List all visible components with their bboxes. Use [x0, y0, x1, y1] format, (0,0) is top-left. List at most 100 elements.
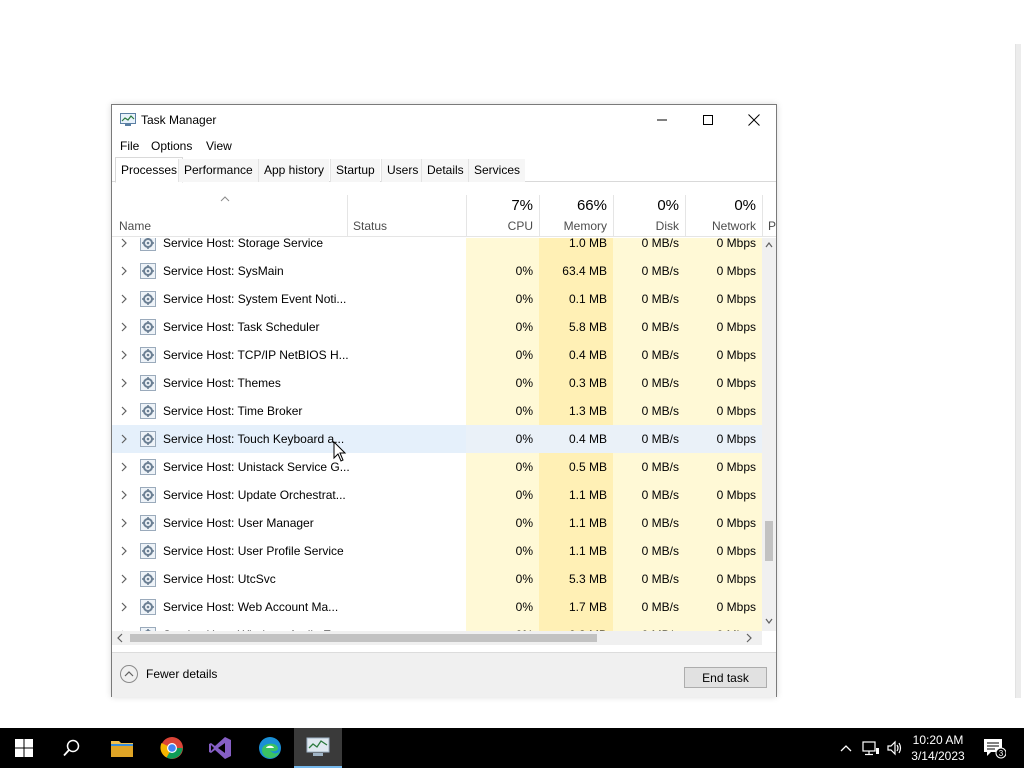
table-row[interactable]: Service Host: Task Scheduler 0% 5.8 MB 0 MB… [112, 313, 762, 341]
chevron-right-icon[interactable] [120, 518, 128, 528]
process-name: Service Host: System Event Noti... [163, 292, 347, 306]
vertical-scrollbar[interactable] [762, 238, 776, 631]
scroll-down-icon [765, 618, 773, 624]
process-memory-cell: 0.5 MB [539, 453, 613, 481]
task-manager-icon [120, 113, 136, 127]
chevron-right-icon[interactable] [120, 434, 128, 444]
column-disk-header[interactable]: 0% Disk [614, 183, 685, 237]
table-row[interactable]: Service Host: Windows Audio E... 0%0.3 MB… [112, 621, 762, 631]
process-memory-cell: 63.4 MB [539, 257, 613, 285]
minimize-button[interactable] [639, 105, 685, 135]
chevron-right-icon[interactable] [120, 238, 128, 248]
service-gear-icon [140, 375, 156, 391]
process-name: Service Host: UtcSvc [163, 572, 276, 586]
network-icon[interactable] [861, 728, 881, 768]
table-row[interactable]: Service Host: Unistack Service G... 0% 0.5… [112, 453, 762, 481]
window-title: Task Manager [141, 113, 217, 127]
menu-view[interactable]: View [206, 139, 232, 153]
chevron-right-icon[interactable] [120, 490, 128, 500]
chevron-right-icon[interactable] [120, 294, 128, 304]
disk-total-percent: 0% [657, 197, 679, 214]
chevron-right-icon[interactable] [120, 322, 128, 332]
title-bar[interactable]: Task Manager [112, 105, 776, 135]
chevron-right-icon[interactable] [120, 462, 128, 472]
tab-startup[interactable]: Startup [330, 159, 380, 182]
chevron-right-icon[interactable] [120, 602, 128, 612]
maximize-button[interactable] [685, 105, 731, 135]
horizontal-scroll-thumb[interactable] [130, 634, 597, 642]
process-disk-cell: 0 MB/s [613, 453, 685, 481]
table-row[interactable]: Service Host: User Manager 0% 1.1 MB 0 MB/s… [112, 509, 762, 537]
process-disk-cell: 0 MB/s [613, 369, 685, 397]
table-row[interactable]: Service Host: Update Orchestrat... 0% 1.1 … [112, 481, 762, 509]
column-status-header[interactable]: Status [348, 183, 466, 237]
process-memory-cell: 1.3 MB [539, 397, 613, 425]
column-power-header[interactable]: P [763, 183, 776, 237]
column-network-header[interactable]: 0% Network [686, 183, 762, 237]
tab-services[interactable]: Services [468, 159, 526, 182]
notifications-icon: 3 [984, 739, 1006, 759]
taskbar-clock[interactable]: 10:20 AM 3/14/2023 [900, 732, 976, 764]
tab-details[interactable]: Details [421, 159, 469, 182]
menu-options[interactable]: Options [151, 139, 192, 153]
cpu-total-percent: 7% [511, 197, 533, 214]
memory-total-percent: 66% [576, 197, 607, 214]
column-memory-header[interactable]: 66% Memory [540, 183, 613, 237]
footer: Fewer details End task [112, 652, 776, 697]
end-task-button[interactable]: End task [684, 667, 767, 688]
table-row[interactable]: Service Host: System Event Noti... 0% 0.1 … [112, 285, 762, 313]
menu-bar: File Options View [112, 135, 776, 157]
tab-performance[interactable]: Performance [178, 159, 258, 182]
tab-processes[interactable]: Processes [115, 157, 184, 183]
table-row[interactable]: Service Host: Web Account Ma... 0% 1.7 MB 0… [112, 593, 762, 621]
table-row[interactable]: Service Host: SysMain 0% 63.4 MB 0 MB/s 0 Mb… [112, 257, 762, 285]
chevron-right-icon[interactable] [120, 574, 128, 584]
tab-app-history[interactable]: App history [258, 159, 330, 182]
process-list: Service Host: Storage Service 1.0 MB 0 MB/… [112, 238, 762, 631]
column-name-header[interactable]: Name [112, 183, 347, 237]
service-gear-icon [140, 543, 156, 559]
chevron-right-icon[interactable] [120, 266, 128, 276]
action-center-button[interactable]: 3 [979, 728, 1009, 768]
table-row[interactable]: Service Host: User Profile Service 0% 1.1 … [112, 537, 762, 565]
fewer-details-button[interactable]: Fewer details [120, 665, 217, 683]
process-network-cell: 0 Mbps [685, 537, 762, 565]
service-gear-icon [140, 487, 156, 503]
close-button[interactable] [731, 105, 777, 135]
visual-studio-icon[interactable] [196, 728, 244, 768]
taskbar: 10:20 AM 3/14/2023 3 [0, 728, 1024, 768]
process-name-cell: Service Host: SysMain [112, 257, 347, 285]
table-row[interactable]: Service Host: UtcSvc 0% 5.3 MB 0 MB/s 0 Mbps [112, 565, 762, 593]
menu-file[interactable]: File [120, 139, 139, 153]
chevron-right-icon[interactable] [120, 546, 128, 556]
edge-icon[interactable] [246, 728, 294, 768]
table-row[interactable]: Service Host: TCP/IP NetBIOS H... 0% 0.4 M… [112, 341, 762, 369]
chrome-icon[interactable] [148, 728, 196, 768]
search-icon[interactable] [48, 728, 96, 768]
table-row[interactable]: Service Host: Themes 0% 0.3 MB 0 MB/s 0 Mbps [112, 369, 762, 397]
process-name-cell: Service Host: Time Broker [112, 397, 347, 425]
process-name-cell: Service Host: TCP/IP NetBIOS H... [112, 341, 349, 369]
table-row[interactable]: Service Host: Touch Keyboard a... 0% 0.4 M… [112, 425, 762, 453]
table-row[interactable]: Service Host: Time Broker 0% 1.3 MB 0 MB/s 0… [112, 397, 762, 425]
mouse-cursor-icon [333, 441, 347, 462]
process-cpu-cell: 0% [466, 313, 539, 341]
horizontal-scrollbar[interactable] [112, 631, 762, 645]
windows-start-icon[interactable] [0, 728, 48, 768]
task-manager-taskbar-icon[interactable] [294, 728, 342, 768]
chevron-right-icon[interactable] [120, 350, 128, 360]
process-network-cell: 0 Mbps [685, 481, 762, 509]
chevron-right-icon[interactable] [120, 406, 128, 416]
table-row[interactable]: Service Host: Storage Service 1.0 MB 0 MB/… [112, 238, 762, 257]
process-status-cell [347, 257, 466, 285]
process-status-cell [347, 397, 466, 425]
vertical-scroll-thumb[interactable] [765, 521, 773, 561]
process-rows: Service Host: Storage Service 1.0 MB 0 MB/… [112, 238, 762, 631]
process-memory-cell: 0.1 MB [539, 285, 613, 313]
column-cpu-header[interactable]: 7% CPU [467, 183, 539, 237]
process-disk-cell: 0 MB/s [613, 341, 685, 369]
tab-users[interactable]: Users [381, 159, 424, 182]
show-hidden-icons-chevron-icon[interactable] [838, 728, 854, 768]
file-explorer-icon[interactable] [98, 728, 146, 768]
chevron-right-icon[interactable] [120, 378, 128, 388]
